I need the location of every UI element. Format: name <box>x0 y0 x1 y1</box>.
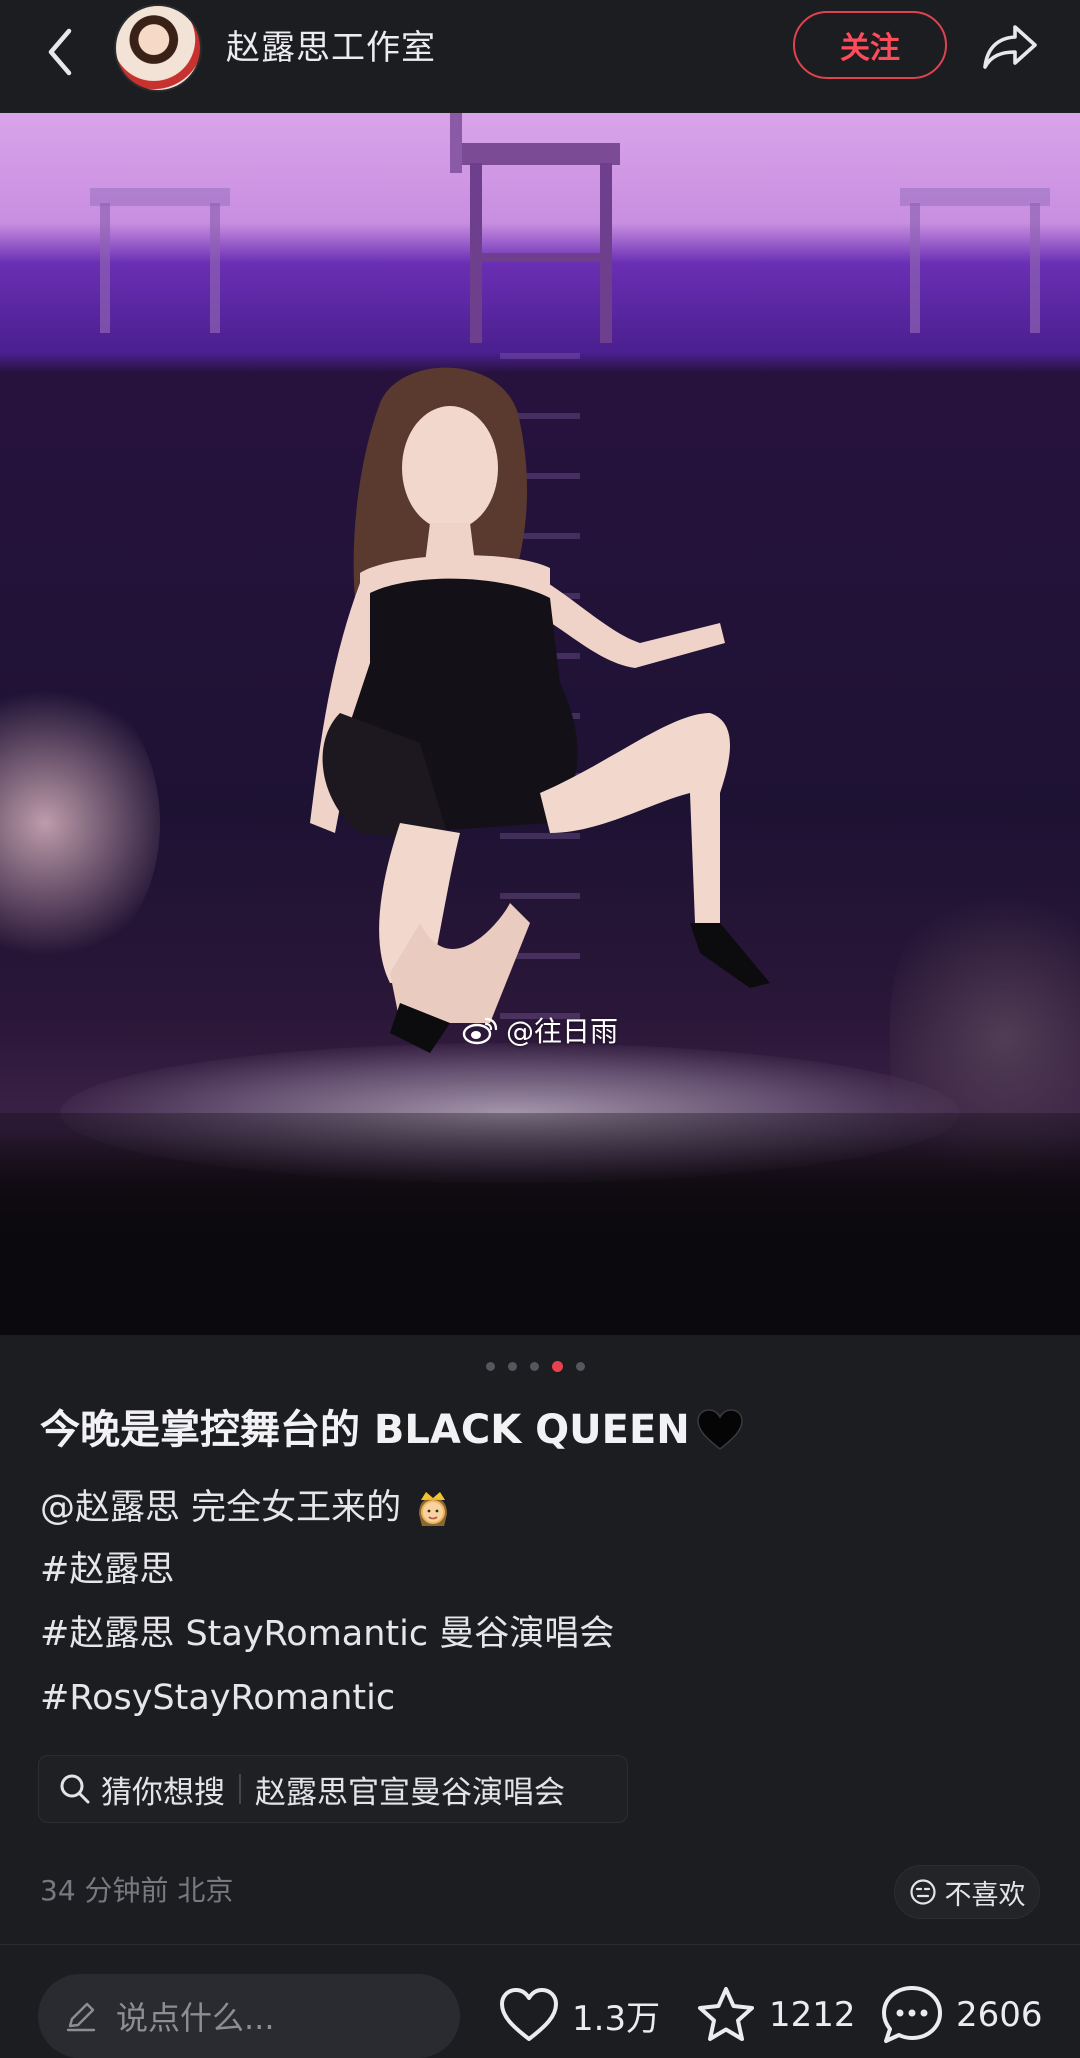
search-suggestion-label: 猜你想搜 <box>101 1774 225 1811</box>
post-body-line: @赵露思 完全女王来的 <box>40 1478 455 1538</box>
divider <box>0 1944 1080 1945</box>
queen-emoji-icon <box>419 1492 448 1526</box>
account-name[interactable]: 赵露思工作室 <box>226 20 436 76</box>
stage-stool-right <box>900 188 1050 333</box>
post-time-location: 34 分钟前 北京 <box>40 1874 234 1907</box>
search-suggestion-chip[interactable]: 猜你想搜 赵露思官宣曼谷演唱会 <box>38 1755 628 1823</box>
watermark-text: @往日雨 <box>506 1015 619 1048</box>
star-icon <box>698 1987 754 2041</box>
hashtag-link[interactable]: #RosyStayRomantic <box>40 1668 395 1728</box>
post-title-text: 今晚是掌控舞台的 BLACK QUEEN <box>40 1407 690 1453</box>
note-detail-screen: 赵露思工作室 关注 @往日雨 今晚是掌控舞台的 BLACK QUEEN @赵露思… <box>0 0 1080 2058</box>
search-icon <box>60 1774 90 1804</box>
follow-button[interactable]: 关注 <box>793 11 947 79</box>
pencil-icon <box>66 2002 96 2032</box>
stage-stool-left <box>90 188 230 333</box>
post-title: 今晚是掌控舞台的 BLACK QUEEN <box>40 1398 744 1462</box>
black-heart-icon <box>696 1409 743 1450</box>
pager-dot[interactable] <box>530 1362 539 1371</box>
back-button[interactable] <box>38 22 82 82</box>
pager-dot-active[interactable] <box>552 1361 563 1372</box>
comment-bubble-icon <box>882 1986 942 2043</box>
post-image[interactable]: @往日雨 <box>0 113 1080 1335</box>
audience-silhouette <box>0 1113 1080 1335</box>
comment-input[interactable]: 说点什么... <box>38 1974 460 2058</box>
image-pager <box>486 1361 585 1372</box>
heart-icon <box>500 1988 558 2041</box>
favorite-button[interactable]: 1212 <box>695 1980 856 2050</box>
post-body-text[interactable]: @赵露思 完全女王来的 <box>40 1478 401 1538</box>
foreground-blur-left <box>0 673 160 973</box>
share-icon <box>983 25 1037 69</box>
pager-dot[interactable] <box>486 1362 495 1371</box>
pager-dot[interactable] <box>508 1362 517 1371</box>
like-count: 1.3万 <box>572 1998 661 2039</box>
image-watermark: @往日雨 <box>462 1008 618 1052</box>
chevron-left-icon <box>48 28 72 76</box>
dislike-label: 不喜欢 <box>944 1879 1026 1911</box>
chip-divider <box>239 1774 241 1804</box>
share-button[interactable] <box>978 14 1042 78</box>
comment-button[interactable]: 2606 <box>880 1980 1043 2050</box>
comment-placeholder: 说点什么... <box>116 1999 275 2037</box>
search-suggestion-query: 赵露思官宣曼谷演唱会 <box>255 1774 565 1811</box>
performer-figure <box>310 367 770 1053</box>
favorite-count: 1212 <box>769 1995 856 2035</box>
unamused-face-icon <box>909 1879 936 1905</box>
hashtag-link[interactable]: #赵露思 <box>40 1540 174 1600</box>
like-button[interactable]: 1.3万 <box>498 1980 660 2050</box>
dislike-button[interactable]: 不喜欢 <box>894 1865 1040 1919</box>
pager-dot[interactable] <box>576 1362 585 1371</box>
stage-stool-center <box>450 113 620 343</box>
top-bar: 赵露思工作室 关注 <box>0 0 1080 113</box>
avatar[interactable] <box>114 4 202 92</box>
hashtag-link[interactable]: #赵露思 StayRomantic 曼谷演唱会 <box>40 1604 614 1664</box>
comment-count: 2606 <box>956 1995 1043 2035</box>
weibo-icon <box>462 1017 498 1045</box>
